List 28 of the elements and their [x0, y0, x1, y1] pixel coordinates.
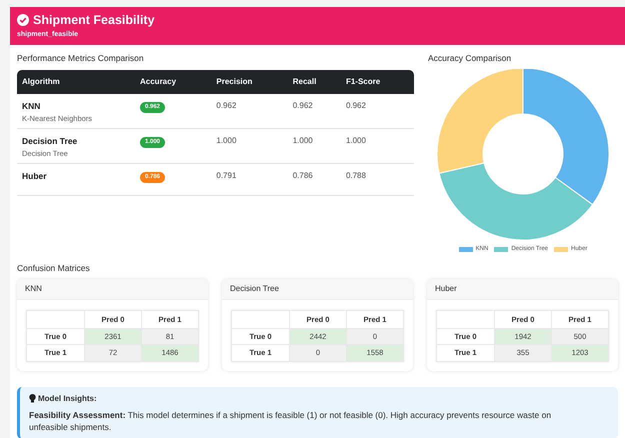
- table-cell: 0.962: [288, 94, 341, 128]
- table-cell: 1.000: [211, 128, 288, 164]
- insights-text: Feasibility Assessment: This model determines if a shipment is feasible (1) or not feasible (0). High accuracy prevents resource waste on unfeasible shipments.: [29, 408, 552, 432]
- section-title: Confusion Matrices: [17, 262, 91, 275]
- chart-title: Accuracy Comparison: [428, 52, 512, 65]
- card-title: Huber: [427, 278, 618, 300]
- column-header: Precision: [211, 70, 288, 94]
- column-header: Recall: [288, 70, 341, 94]
- algorithm-name: Huber: [22, 170, 48, 183]
- card-title: KNN: [17, 278, 208, 300]
- insights-title: Model Insights:: [38, 392, 97, 404]
- table-cell: 0.786: [288, 164, 341, 196]
- column-header: F1-Score: [340, 70, 414, 94]
- column-header: Accuracy: [135, 70, 212, 94]
- section-title: Performance Metrics Comparison: [17, 52, 145, 65]
- table-cell: 0.962: [211, 94, 288, 128]
- table-cell: 0.962: [340, 94, 414, 128]
- algorithm-name: Decision Tree: [22, 135, 78, 148]
- table-cell: 1.000: [340, 128, 414, 164]
- check-circle-icon: [17, 14, 29, 26]
- column-header: Algorithm: [17, 70, 135, 94]
- table-cell: 1.000: [288, 128, 341, 164]
- lightbulb-icon: [29, 394, 36, 403]
- table-cell: 0.788: [340, 164, 414, 196]
- algorithm-name: KNN: [22, 100, 42, 113]
- card-title: Decision Tree: [222, 278, 413, 300]
- page-title: Shipment Feasibility: [33, 12, 155, 29]
- table-cell: 0.791: [211, 164, 288, 196]
